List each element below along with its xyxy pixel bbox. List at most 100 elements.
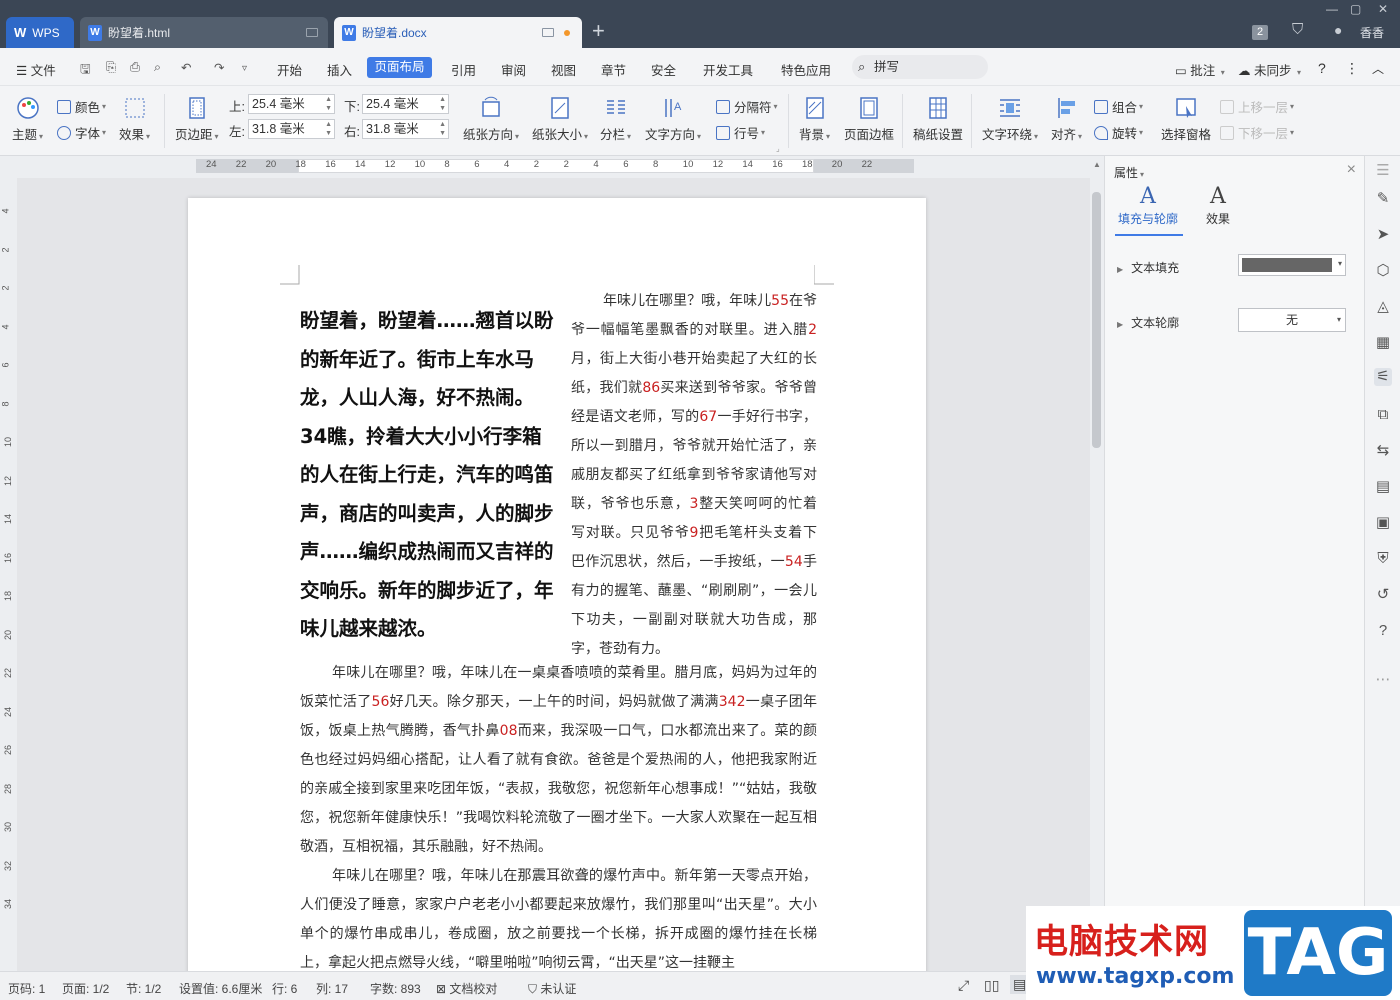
menu-view[interactable]: 视图 xyxy=(551,60,576,79)
tab-document-html[interactable]: W 盼望着.html xyxy=(80,17,328,48)
maximize-icon[interactable]: ▢ xyxy=(1350,2,1361,16)
pen-icon[interactable]: ✎ xyxy=(1374,190,1392,208)
picture-icon[interactable]: ▣ xyxy=(1374,514,1392,532)
search-box[interactable]: ⌕ 拼写 xyxy=(852,55,988,79)
margins-button[interactable]: 页边距 ▾ xyxy=(175,96,219,143)
send-backward-button[interactable]: 下移一层 ▾ xyxy=(1220,123,1294,142)
fullscreen-icon[interactable]: ⤢ xyxy=(958,977,969,994)
new-tab-button[interactable]: + xyxy=(592,20,605,42)
dialog-launcher-icon[interactable]: ⌟ xyxy=(776,144,780,153)
close-icon[interactable]: × xyxy=(1347,161,1356,179)
document-canvas[interactable]: 盼望着，盼望着……翘首以盼的新年近了。街市上车水马龙，人山人海，好不热闹。34瞧… xyxy=(17,178,1090,971)
outline-select[interactable]: 无 ▾ xyxy=(1238,308,1346,332)
certification-button[interactable]: ⛉ 未认证 xyxy=(528,980,576,997)
menu-developer[interactable]: 开发工具 xyxy=(703,60,753,79)
history-icon[interactable]: ↺ xyxy=(1374,586,1392,604)
archive-icon[interactable]: ▤ xyxy=(1374,478,1392,496)
status-pages[interactable]: 页面: 1/2 xyxy=(62,980,109,997)
redo-icon[interactable]: ↷ xyxy=(214,60,224,75)
file-menu[interactable]: ☰ 文件 xyxy=(16,60,56,79)
properties-icon[interactable]: ⚟ xyxy=(1374,368,1392,386)
menu-security[interactable]: 安全 xyxy=(651,60,676,79)
status-words[interactable]: 字数: 893 xyxy=(370,980,421,997)
bring-forward-button[interactable]: 上移一层 ▾ xyxy=(1220,97,1294,116)
user-name[interactable]: 香香 xyxy=(1360,24,1384,41)
image-search-icon[interactable]: ⧉ xyxy=(1374,406,1392,424)
spinner-icon[interactable]: ▲ ▼ xyxy=(439,120,446,138)
left-margin-input[interactable]: 31.8 毫米 ▲ ▼ xyxy=(248,119,335,139)
more-dots-icon[interactable]: ⋯ xyxy=(1374,671,1392,689)
collapse-ribbon-icon[interactable]: ︿ xyxy=(1372,60,1384,77)
read-mode-icon[interactable]: ▯▯ xyxy=(984,977,999,994)
size-button[interactable]: 纸张大小 ▾ xyxy=(532,96,588,143)
body-paragraph[interactable]: 年味儿在哪里？哦，年味儿在一桌桌香喷喷的菜肴里。腊月底，妈妈为过年的饭菜忙活了5… xyxy=(300,659,817,862)
scroll-up-icon[interactable]: ▲ xyxy=(1093,160,1101,169)
save-icon[interactable]: 🖫 xyxy=(80,60,91,81)
help-circle-icon[interactable]: ? xyxy=(1374,622,1392,640)
help-icon[interactable]: ? xyxy=(1318,60,1326,76)
tab-fill-outline[interactable]: A 填充与轮廓 xyxy=(1113,184,1183,227)
tab-wps-home[interactable]: W WPS xyxy=(6,17,74,48)
panel-title[interactable]: 属性 ▾ xyxy=(1114,164,1144,181)
rotate-button[interactable]: 旋转 ▾ xyxy=(1094,123,1143,142)
right-margin-input[interactable]: 31.8 毫米 ▲ ▼ xyxy=(362,119,449,139)
selection-pane-button[interactable]: 选择窗格 xyxy=(1161,96,1211,143)
top-margin-input[interactable]: 25.4 毫米 ▲ ▼ xyxy=(248,94,335,114)
menu-references[interactable]: 引用 xyxy=(451,60,476,79)
close-icon[interactable]: ✕ xyxy=(1378,2,1388,16)
line-numbers-button[interactable]: 行号 ▾ xyxy=(716,123,765,142)
quick-access-more-icon[interactable]: ▿ xyxy=(242,63,247,74)
menu-insert[interactable]: 插入 xyxy=(327,60,352,79)
skin-icon[interactable]: ⛉ xyxy=(1292,21,1303,38)
fill-color-picker[interactable]: ▾ xyxy=(1238,254,1346,276)
menu-page-layout[interactable]: 页面布局 xyxy=(367,57,432,78)
comment-button[interactable]: ▭ 批注 ▾ xyxy=(1175,60,1225,79)
group-button[interactable]: 组合 ▾ xyxy=(1094,97,1143,116)
font-button[interactable]: 字体 ▾ xyxy=(57,123,106,142)
spinner-icon[interactable]: ▲ ▼ xyxy=(325,95,332,113)
menu-lines-icon[interactable]: ☰ xyxy=(1374,162,1392,180)
bottom-margin-input[interactable]: 25.4 毫米 ▲ ▼ xyxy=(362,94,449,114)
columns-button[interactable]: 分栏 ▾ xyxy=(600,96,631,143)
text-outline-row[interactable]: ▶ 文本轮廓 xyxy=(1117,314,1179,331)
horizontal-ruler[interactable]: 24 22 20 18 16 14 12 10 8 6 4 2 2 4 6 8 10 12 14 16 18 20 22 xyxy=(0,156,1104,178)
table-icon[interactable]: ▦ xyxy=(1374,334,1392,352)
tab-document-docx[interactable]: W 盼望着.docx xyxy=(334,17,582,48)
right-column-paragraph[interactable]: 年味儿在哪里？哦，年味儿55在爷爷一幅幅笔墨飘香的对联里。进入腊2月，街上大街小… xyxy=(571,287,817,664)
page-border-button[interactable]: 页面边框 xyxy=(844,96,894,143)
menu-special[interactable]: 特色应用 xyxy=(781,60,831,79)
cursor-icon[interactable]: ➤ xyxy=(1374,226,1392,244)
bold-heading-paragraph[interactable]: 盼望着，盼望着……翘首以盼的新年近了。街市上车水马龙，人山人海，好不热闹。34瞧… xyxy=(300,302,560,649)
monitor-icon[interactable] xyxy=(306,28,318,37)
spinner-icon[interactable]: ▲ ▼ xyxy=(439,95,446,113)
minimize-icon[interactable]: — xyxy=(1326,2,1338,16)
spinner-icon[interactable]: ▲ ▼ xyxy=(325,120,332,138)
grid-paper-button[interactable]: 稿纸设置 xyxy=(913,96,963,143)
body-paragraph[interactable]: 年味儿在哪里？哦，年味儿在那震耳欲聋的爆竹声中。新年第一天零点开始，人们便没了睡… xyxy=(300,862,817,971)
text-fill-row[interactable]: ▶ 文本填充 xyxy=(1117,259,1179,276)
proofread-button[interactable]: ⊠ 文档校对 xyxy=(436,980,497,997)
breaks-button[interactable]: 分隔符 ▾ xyxy=(716,97,778,116)
translate-icon[interactable]: ⇆ xyxy=(1374,442,1392,460)
monitor-icon[interactable] xyxy=(542,28,554,37)
window-count-badge[interactable]: 2 xyxy=(1252,25,1268,40)
format-painter-icon[interactable]: ⎘ xyxy=(106,60,116,75)
vertical-scrollbar[interactable]: ▲ xyxy=(1090,156,1104,971)
style-icon[interactable]: ◬ xyxy=(1374,298,1392,316)
tab-effect[interactable]: A 效果 xyxy=(1183,184,1253,227)
menu-start[interactable]: 开始 xyxy=(277,60,302,79)
orientation-button[interactable]: 纸张方向 ▾ xyxy=(463,96,519,143)
vertical-ruler[interactable]: 4 2 2 4 6 8 10 12 14 16 18 20 22 24 26 28 30 32 34 xyxy=(0,178,17,971)
menu-review[interactable]: 审阅 xyxy=(501,60,526,79)
align-button[interactable]: 对齐 ▾ xyxy=(1051,96,1082,143)
scroll-thumb[interactable] xyxy=(1092,192,1101,448)
print-icon[interactable]: ⎙ xyxy=(130,60,140,75)
shield-icon[interactable]: ⛨ xyxy=(1374,550,1392,568)
undo-icon[interactable]: ↶ xyxy=(181,60,191,75)
effect-button[interactable]: 效果 ▾ xyxy=(119,96,150,143)
shapes-icon[interactable]: ⬡ xyxy=(1374,262,1392,280)
background-button[interactable]: 背景 ▾ xyxy=(799,96,830,143)
document-page[interactable]: 盼望着，盼望着……翘首以盼的新年近了。街市上车水马龙，人山人海，好不热闹。34瞧… xyxy=(188,198,926,971)
user-avatar-icon[interactable]: ● xyxy=(1334,22,1342,38)
sync-button[interactable]: ☁ 未同步 ▾ xyxy=(1238,60,1301,79)
